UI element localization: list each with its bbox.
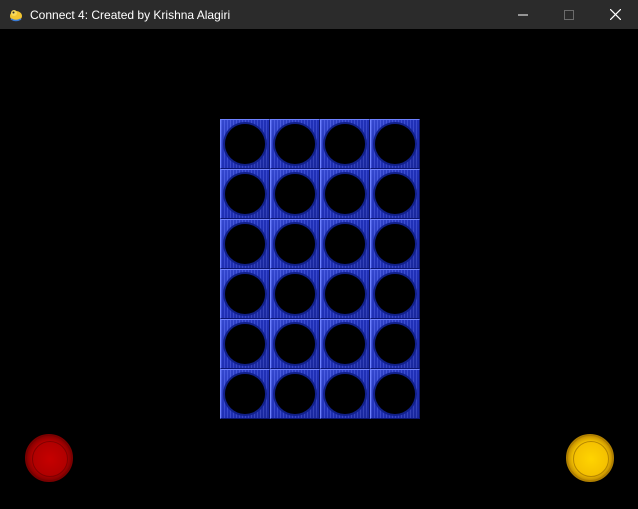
connect-four-board[interactable] (220, 119, 420, 419)
board-hole-empty (325, 374, 365, 414)
yellow-chip[interactable] (566, 434, 614, 482)
game-canvas[interactable] (0, 29, 638, 509)
window-title: Connect 4: Created by Krishna Alagiri (30, 7, 231, 22)
maximize-icon (564, 9, 574, 20)
close-icon (609, 9, 621, 20)
game-window: Connect 4: Created by Krishna Alagiri (0, 0, 638, 509)
board-cell[interactable] (370, 169, 420, 219)
board-cell[interactable] (270, 219, 320, 269)
board-cell[interactable] (220, 319, 270, 369)
pygame-snake-icon (8, 7, 24, 23)
close-button[interactable] (592, 0, 638, 29)
board-cell[interactable] (220, 269, 270, 319)
board-cell[interactable] (320, 219, 370, 269)
board-hole-empty (225, 174, 265, 214)
board-cell[interactable] (370, 369, 420, 419)
yellow-chip-center (573, 441, 609, 477)
board-cell[interactable] (220, 119, 270, 169)
window-controls (500, 0, 638, 29)
board-cell[interactable] (220, 169, 270, 219)
board-hole-empty (275, 174, 315, 214)
board-cell[interactable] (370, 119, 420, 169)
board-cell[interactable] (270, 319, 320, 369)
board-cell[interactable] (270, 369, 320, 419)
board-hole-empty (325, 274, 365, 314)
minimize-icon (518, 14, 528, 15)
board-cell[interactable] (220, 369, 270, 419)
board-cell[interactable] (270, 169, 320, 219)
board-cell[interactable] (320, 119, 370, 169)
board-hole-empty (375, 274, 415, 314)
board-hole-empty (225, 124, 265, 164)
board-hole-empty (325, 224, 365, 264)
board-hole-empty (325, 124, 365, 164)
title-bar[interactable]: Connect 4: Created by Krishna Alagiri (0, 0, 638, 29)
board-hole-empty (375, 374, 415, 414)
board-cell[interactable] (370, 319, 420, 369)
minimize-button[interactable] (500, 0, 546, 29)
board-hole-empty (375, 174, 415, 214)
board-cell[interactable] (370, 269, 420, 319)
red-chip-center (32, 441, 68, 477)
board-hole-empty (275, 224, 315, 264)
board-hole-empty (375, 324, 415, 364)
board-hole-empty (325, 324, 365, 364)
board-cell[interactable] (320, 319, 370, 369)
board-hole-empty (325, 174, 365, 214)
board-cell[interactable] (220, 219, 270, 269)
board-hole-empty (275, 324, 315, 364)
board-hole-empty (225, 274, 265, 314)
red-chip[interactable] (25, 434, 73, 482)
board-cell[interactable] (270, 119, 320, 169)
board-hole-empty (225, 374, 265, 414)
board-hole-empty (375, 224, 415, 264)
board-hole-empty (275, 124, 315, 164)
board-cell[interactable] (320, 169, 370, 219)
maximize-button[interactable] (546, 0, 592, 29)
board-cell[interactable] (270, 269, 320, 319)
board-cell[interactable] (320, 369, 370, 419)
board-hole-empty (275, 374, 315, 414)
board-hole-empty (225, 224, 265, 264)
board-cell[interactable] (370, 219, 420, 269)
board-cell[interactable] (320, 269, 370, 319)
board-hole-empty (225, 324, 265, 364)
board-hole-empty (375, 124, 415, 164)
board-hole-empty (275, 274, 315, 314)
